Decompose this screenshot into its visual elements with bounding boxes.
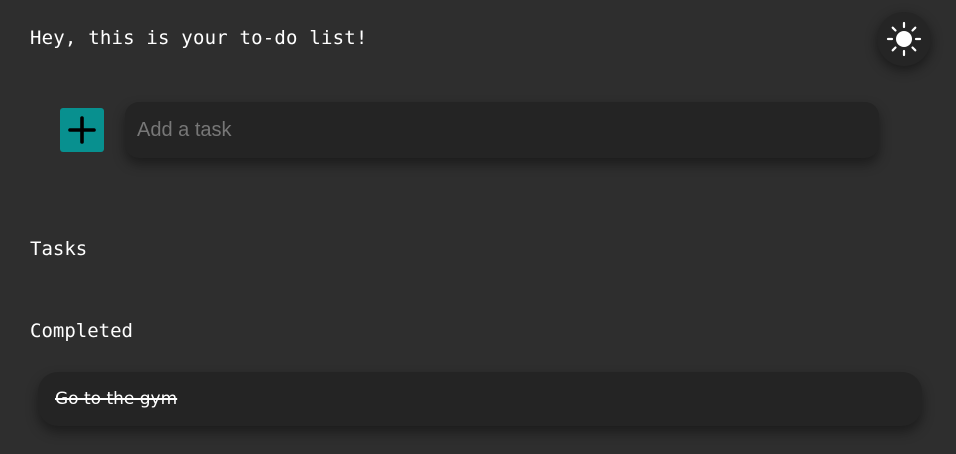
sun-icon bbox=[886, 21, 922, 57]
add-task-input[interactable] bbox=[125, 102, 879, 158]
completed-item-label: Go to the gym bbox=[55, 389, 178, 409]
theme-toggle-button[interactable] bbox=[877, 12, 931, 66]
completed-heading: Completed bbox=[30, 320, 133, 342]
completed-list: Go to the gym bbox=[38, 372, 922, 426]
page-title: Hey, this is your to-do list! bbox=[30, 27, 368, 49]
completed-item[interactable]: Go to the gym bbox=[38, 372, 922, 426]
plus-icon bbox=[68, 116, 96, 144]
tasks-heading: Tasks bbox=[30, 238, 88, 260]
add-task-button[interactable] bbox=[60, 108, 104, 152]
